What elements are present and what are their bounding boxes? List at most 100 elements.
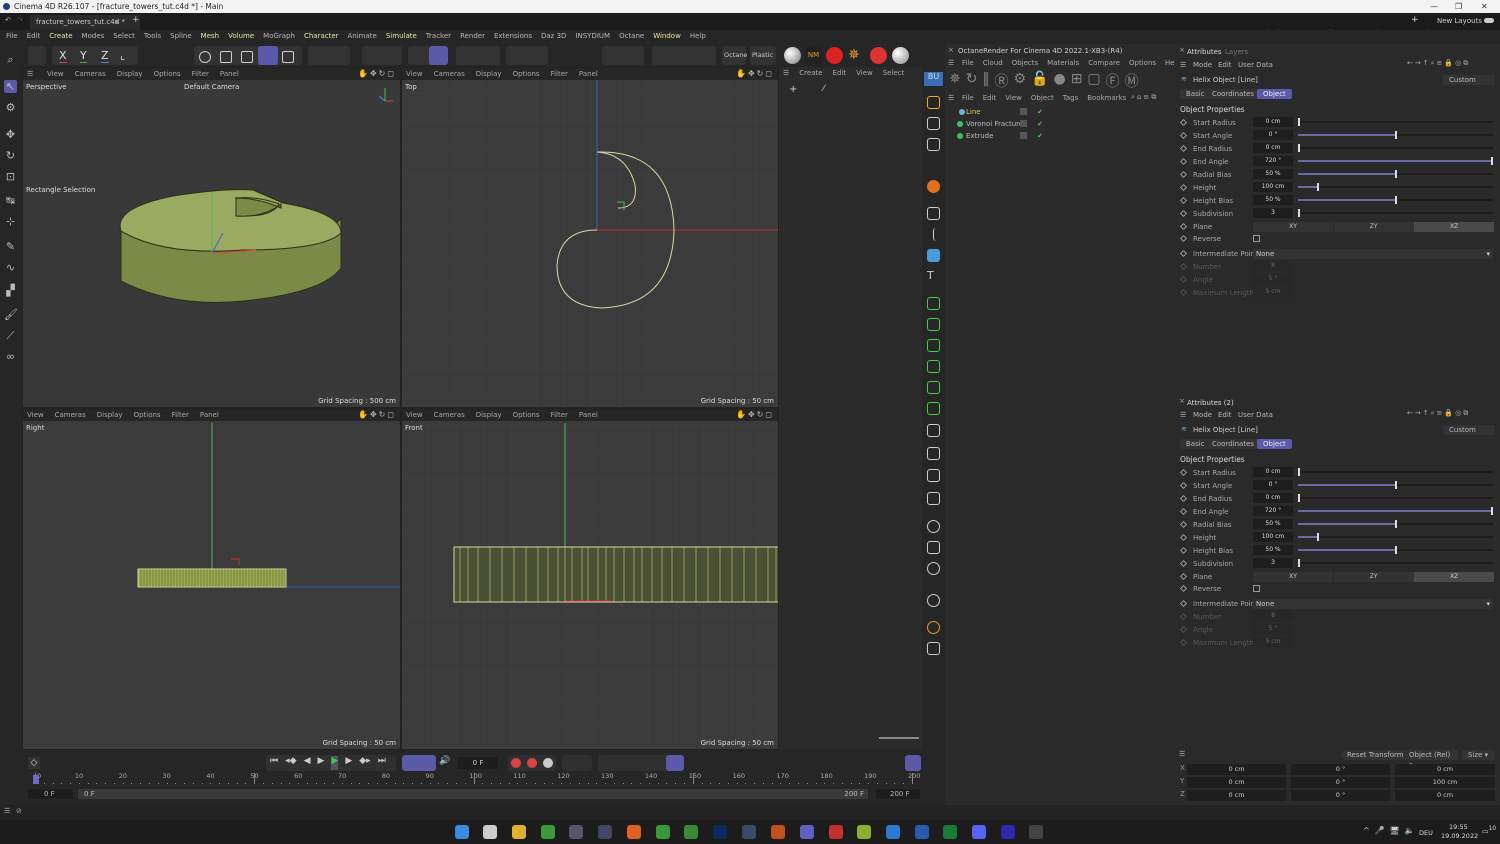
- viewport-menu-display[interactable]: Display: [97, 409, 123, 421]
- plane-option-xy[interactable]: XY: [1253, 222, 1333, 232]
- plane-option-xz[interactable]: XZ: [1414, 572, 1495, 582]
- animate-key-icon[interactable]: [1179, 507, 1188, 516]
- attributes-nav-icons[interactable]: ←→↑⌕≡🔒◎⧉: [1407, 59, 1470, 68]
- material-icon[interactable]: Ⓜ: [1125, 71, 1139, 91]
- object-menu-tags[interactable]: Tags: [1063, 94, 1079, 102]
- object-row[interactable]: Voronoi Fracture ✔: [945, 118, 1175, 130]
- shading-group[interactable]: [602, 46, 644, 65]
- sky-material-icon[interactable]: [892, 47, 909, 64]
- property-value-field[interactable]: 3: [1253, 208, 1293, 218]
- animate-key-icon[interactable]: [1179, 520, 1188, 529]
- animate-key-icon[interactable]: [1179, 572, 1188, 581]
- side-menu-select[interactable]: Select: [883, 69, 905, 77]
- object-menu-file[interactable]: File: [962, 94, 974, 102]
- attributes-menu-user-data[interactable]: User Data: [1238, 411, 1273, 419]
- restart-icon[interactable]: Ⓡ: [994, 71, 1008, 91]
- octane-menu-materials[interactable]: Materials: [1047, 59, 1079, 67]
- preset-dropdown[interactable]: Custom: [1443, 75, 1495, 85]
- object-name[interactable]: Voronoi Fracture: [966, 118, 1023, 130]
- octane-settings-icon[interactable]: [927, 621, 940, 634]
- animate-key-icon[interactable]: [1179, 234, 1188, 243]
- animate-key-icon[interactable]: [1179, 144, 1188, 153]
- menu-window[interactable]: Window: [653, 30, 681, 43]
- fracture-icon[interactable]: [927, 402, 940, 415]
- cube-primitive-icon[interactable]: [927, 207, 940, 220]
- menu-render[interactable]: Render: [460, 30, 485, 43]
- access-icon[interactable]: [829, 825, 843, 839]
- photoshop-icon[interactable]: [713, 825, 727, 839]
- attr-tab-coordinates[interactable]: Coordinates: [1206, 439, 1261, 449]
- property-value-field[interactable]: 720 °: [1253, 506, 1293, 516]
- slider-handle[interactable]: [1394, 546, 1397, 554]
- new-tab-button[interactable]: +: [132, 15, 140, 25]
- camera-icon[interactable]: [927, 541, 940, 554]
- slider-handle[interactable]: [1394, 170, 1397, 178]
- cinema4d-2-icon[interactable]: [598, 825, 612, 839]
- snap-tool-icon[interactable]: ⊹: [4, 215, 17, 228]
- y-axis-button[interactable]: Y: [80, 49, 87, 63]
- menu-modes[interactable]: Modes: [82, 30, 105, 43]
- menu-tools[interactable]: Tools: [144, 30, 161, 43]
- slider-handle[interactable]: [1394, 481, 1397, 489]
- z-axis-button[interactable]: Z: [101, 49, 109, 63]
- property-value-field[interactable]: 0 cm: [1253, 493, 1293, 503]
- close-panel-icon[interactable]: ×: [948, 46, 954, 54]
- animate-key-icon[interactable]: [1179, 494, 1188, 503]
- field-icon[interactable]: [927, 469, 940, 482]
- region-icon[interactable]: ▢: [1087, 71, 1100, 91]
- scale-tool-icon[interactable]: ⊡: [4, 170, 17, 183]
- pause-icon[interactable]: ‖: [982, 71, 989, 91]
- reverse-checkbox[interactable]: [1253, 235, 1260, 242]
- attributes-tab[interactable]: Attributes: [1187, 48, 1222, 56]
- animate-key-icon[interactable]: [1179, 533, 1188, 542]
- playhead[interactable]: [33, 775, 39, 784]
- lock-icon[interactable]: 🔓: [1031, 71, 1048, 91]
- sphere-icon[interactable]: ●: [1053, 71, 1065, 91]
- notifications-icon[interactable]: ▭10: [1482, 826, 1496, 835]
- viewport-menu-cameras[interactable]: Cameras: [434, 68, 465, 80]
- menu-extensions[interactable]: Extensions: [494, 30, 532, 43]
- position-field[interactable]: 0 cm: [1187, 764, 1286, 775]
- reverse-checkbox[interactable]: [1253, 585, 1260, 592]
- viewport-menu-options[interactable]: Options: [513, 409, 540, 421]
- attributes-menu-icon[interactable]: ☰: [1180, 61, 1186, 69]
- attributes-menu-mode[interactable]: Mode: [1193, 411, 1212, 419]
- animate-key-icon[interactable]: [1179, 584, 1188, 593]
- polygon-object-icon[interactable]: [927, 249, 940, 262]
- viewport-nav-icons[interactable]: ✋✥↻◻: [736, 410, 774, 419]
- animate-key-icon[interactable]: [1179, 196, 1188, 205]
- timeline-ruler[interactable]: 0102030405060708090100110120130140150160…: [22, 750, 922, 790]
- rotation-field[interactable]: 0 °: [1291, 777, 1390, 788]
- menu-edit[interactable]: Edit: [27, 30, 41, 43]
- slider-handle[interactable]: [1491, 507, 1493, 515]
- plane-option-xy[interactable]: XY: [1253, 572, 1333, 582]
- cinema4d-icon[interactable]: [569, 825, 583, 839]
- slider-handle[interactable]: [1394, 131, 1397, 139]
- live-selection-icon[interactable]: ⚙: [4, 101, 17, 114]
- viewport-menu-display[interactable]: Display: [476, 68, 502, 80]
- property-value-field[interactable]: 720 °: [1253, 156, 1293, 166]
- side-menu-icon[interactable]: ☰: [783, 69, 789, 77]
- grid-group[interactable]: [408, 46, 448, 65]
- property-slider[interactable]: [1298, 157, 1493, 165]
- viewport-right[interactable]: View Cameras Display Options Filter Panel ✋✥↻…: [22, 408, 401, 750]
- menu-mograph[interactable]: MoGraph: [263, 30, 295, 43]
- menu-animate[interactable]: Animate: [348, 30, 377, 43]
- object-menu-view[interactable]: View: [1005, 94, 1022, 102]
- object-name[interactable]: Line: [966, 106, 981, 118]
- octane-menu-file[interactable]: File: [962, 59, 974, 67]
- side-menu-edit[interactable]: Edit: [833, 69, 847, 77]
- attributes-nav-icons[interactable]: ←→↑⌕≡🔒◎⧉: [1407, 409, 1470, 418]
- start-frame-field[interactable]: 0 F: [28, 789, 73, 799]
- property-slider[interactable]: [1298, 494, 1493, 502]
- coordinate-type-dropdown[interactable]: Size ▾: [1462, 750, 1495, 760]
- menu-select[interactable]: Select: [113, 30, 135, 43]
- layer-toggle[interactable]: [1020, 108, 1027, 115]
- intermediate-points-dropdown[interactable]: None ▾: [1253, 599, 1493, 609]
- rotation-field[interactable]: 0 °: [1291, 764, 1390, 775]
- preset-dropdown[interactable]: Custom: [1443, 425, 1495, 435]
- property-value-field[interactable]: 0 cm: [1253, 143, 1293, 153]
- property-value-field[interactable]: 50 %: [1253, 519, 1293, 529]
- property-value-field[interactable]: 0 °: [1253, 480, 1293, 490]
- deformer-icon[interactable]: [927, 360, 940, 373]
